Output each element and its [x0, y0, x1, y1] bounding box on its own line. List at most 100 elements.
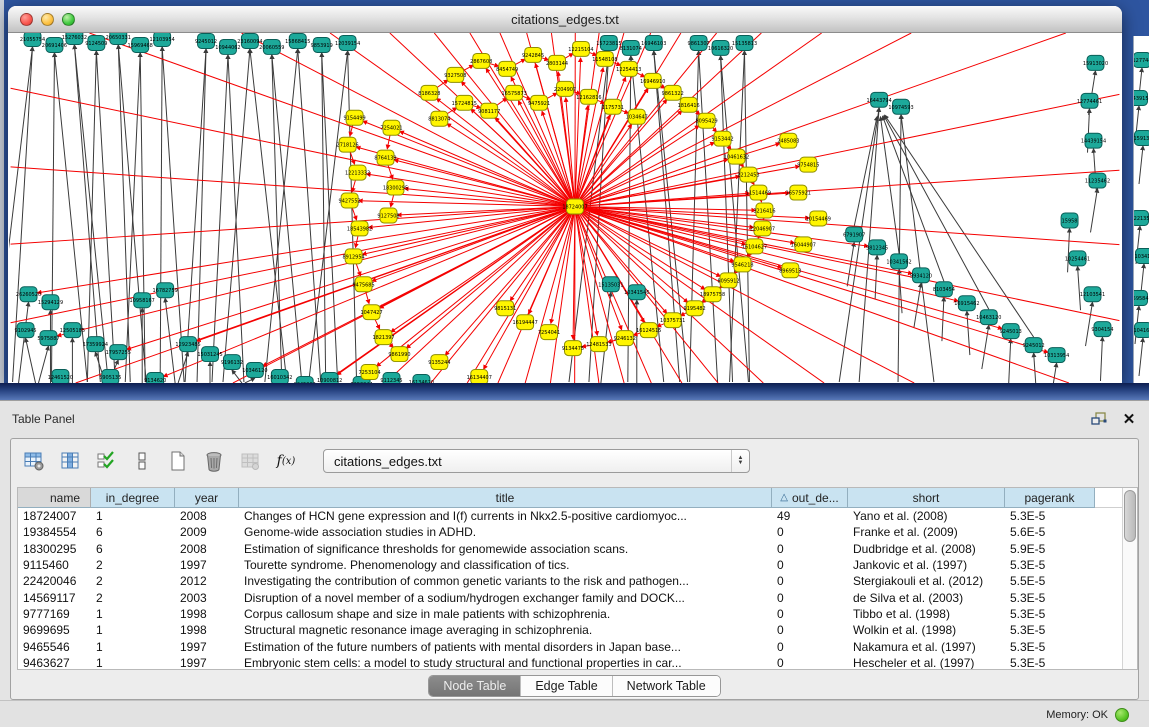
- node-label: 15723815: [596, 41, 621, 47]
- cell-short: Nakamura et al. (1997): [848, 640, 1005, 654]
- table-selector-dropdown[interactable]: citations_edges.txt ▲▼: [323, 449, 750, 473]
- node-label: 7254021: [380, 126, 402, 132]
- cell-year: 2003: [175, 591, 239, 605]
- cell-out_degree: 0: [772, 542, 848, 556]
- row-select-icon[interactable]: [93, 448, 119, 474]
- column-select-icon[interactable]: [57, 448, 83, 474]
- node-label: 16946910: [640, 79, 665, 85]
- column-header-pagerank[interactable]: pagerank: [1005, 488, 1095, 508]
- cell-pagerank: 5.3E-5: [1005, 591, 1095, 605]
- node-label: 8103454: [933, 287, 955, 293]
- column-header-in_degree[interactable]: in_degree: [91, 488, 175, 508]
- column-label: out_de...: [792, 491, 839, 505]
- cell-out_degree: 0: [772, 656, 848, 670]
- node-label: 16915462: [954, 301, 979, 307]
- cell-name: 9777169: [18, 607, 91, 621]
- node-label: 1821397: [372, 335, 394, 341]
- table-row[interactable]: 1830029562008Estimation of significance …: [18, 541, 1137, 557]
- cell-out_degree: 0: [772, 558, 848, 572]
- node-label: 15724815: [452, 101, 477, 107]
- cell-short: Tibbo et al. (1998): [848, 607, 1005, 621]
- node-label: 9134475: [562, 346, 584, 352]
- cell-year: 2012: [175, 574, 239, 588]
- cell-name: 22420046: [18, 574, 91, 588]
- cell-out_degree: 0: [772, 623, 848, 637]
- column-header-name[interactable]: name: [18, 488, 91, 508]
- cell-title: Investigating the contribution of common…: [239, 574, 772, 588]
- column-header-out_degree[interactable]: △out_de...: [772, 488, 848, 508]
- scrollbar-thumb[interactable]: [1124, 490, 1136, 542]
- column-header-title[interactable]: title: [239, 488, 772, 508]
- node-label: 16575873: [501, 91, 526, 97]
- node-label: 11235462: [1085, 179, 1110, 185]
- svg-text:143915: 143915: [1134, 96, 1149, 102]
- node-label: 22046907: [750, 226, 775, 232]
- node-label: 8454749: [496, 67, 518, 73]
- cell-title: Estimation of the future numbers of pati…: [239, 640, 772, 654]
- tab-edge-table[interactable]: Edge Table: [520, 676, 611, 696]
- delete-trash-icon[interactable]: [201, 448, 227, 474]
- node-label: 16124515: [636, 328, 661, 334]
- node-label: 10375731: [660, 318, 685, 324]
- cell-in_degree: 1: [91, 640, 175, 654]
- table-row[interactable]: 969969511998Structural magnetic resonanc…: [18, 622, 1137, 638]
- cell-out_degree: 0: [772, 525, 848, 539]
- table-row[interactable]: 977716911998Corpus callosum shape and si…: [18, 606, 1137, 622]
- background-network-window[interactable]: 1277441439151591301221351034151595841041…: [1133, 36, 1149, 390]
- network-view[interactable]: 2105575420691406152760329124509206503311…: [9, 33, 1121, 383]
- cell-in_degree: 2: [91, 591, 175, 605]
- table-row[interactable]: 946554611997Estimation of the future num…: [18, 638, 1137, 654]
- dropdown-arrows-icon: ▲▼: [731, 450, 749, 472]
- cell-out_degree: 0: [772, 640, 848, 654]
- cell-title: Corpus callosum shape and size in male p…: [239, 607, 772, 621]
- table-scrollbar[interactable]: [1122, 488, 1137, 669]
- table-row[interactable]: 2242004622012Investigating the contribut…: [18, 573, 1137, 589]
- node-label: 1047427: [360, 310, 382, 316]
- window-title: citations_edges.txt: [8, 12, 1122, 27]
- cell-in_degree: 6: [91, 525, 175, 539]
- node-label: 7253104: [358, 370, 380, 376]
- table-toolbar: f(x) citations_edges.txt ▲▼: [11, 439, 1138, 483]
- node-label: 16946103: [641, 41, 666, 47]
- svg-text:127744: 127744: [1134, 58, 1149, 64]
- table-settings-icon[interactable]: [21, 448, 47, 474]
- node-label: 10974593: [888, 105, 913, 111]
- rows-icon[interactable]: [129, 448, 155, 474]
- float-panel-icon[interactable]: [1091, 411, 1107, 427]
- cell-year: 2008: [175, 509, 239, 523]
- table-row[interactable]: 1938455462009Genome-wide association stu…: [18, 524, 1137, 540]
- citation-network-graph[interactable]: 2105575420691406152760329124509206503311…: [9, 33, 1121, 383]
- tab-node-table[interactable]: Node Table: [429, 676, 520, 696]
- cell-out_degree: 0: [772, 574, 848, 588]
- tab-network-table[interactable]: Network Table: [612, 676, 720, 696]
- svg-text:159130: 159130: [1134, 136, 1149, 142]
- node-label: 5975887: [37, 336, 59, 342]
- column-header-year[interactable]: year: [175, 488, 239, 508]
- cell-year: 1997: [175, 656, 239, 670]
- cell-in_degree: 1: [91, 656, 175, 670]
- node-label: 9153442: [711, 137, 733, 143]
- node-label: 9861322: [662, 91, 684, 97]
- status-bar: Memory: OK: [0, 700, 1149, 727]
- window-titlebar[interactable]: citations_edges.txt: [8, 6, 1122, 33]
- node-label: 8095429: [696, 119, 718, 125]
- function-builder-icon[interactable]: f(x): [273, 448, 299, 474]
- network-window[interactable]: citations_edges.txt 21055754206914061527…: [8, 6, 1122, 384]
- table-row[interactable]: 946362711997Embryonic stem cells: a mode…: [18, 655, 1137, 670]
- table-row[interactable]: 1456911722003Disruption of a novel membe…: [18, 589, 1137, 605]
- node-label: 10341546: [624, 290, 649, 296]
- node-label: 15135031: [598, 282, 623, 288]
- close-panel-icon[interactable]: ✕: [1121, 411, 1137, 427]
- node-label: 9475685: [353, 282, 375, 288]
- table-row[interactable]: 1872400712008Changes of HCN gene express…: [18, 508, 1137, 524]
- cell-out_degree: 49: [772, 509, 848, 523]
- node-label: 12103954: [150, 37, 175, 43]
- new-file-icon[interactable]: [165, 448, 191, 474]
- node-label: 1175731: [602, 105, 624, 111]
- node-label: 2485083: [777, 139, 799, 145]
- node-label: 12923485: [175, 342, 200, 348]
- node-label: 10616320: [708, 46, 733, 52]
- node-label: 9754815: [797, 163, 819, 169]
- column-header-short[interactable]: short: [848, 488, 1005, 508]
- table-row[interactable]: 911546021997Tourette syndrome. Phenomeno…: [18, 557, 1137, 573]
